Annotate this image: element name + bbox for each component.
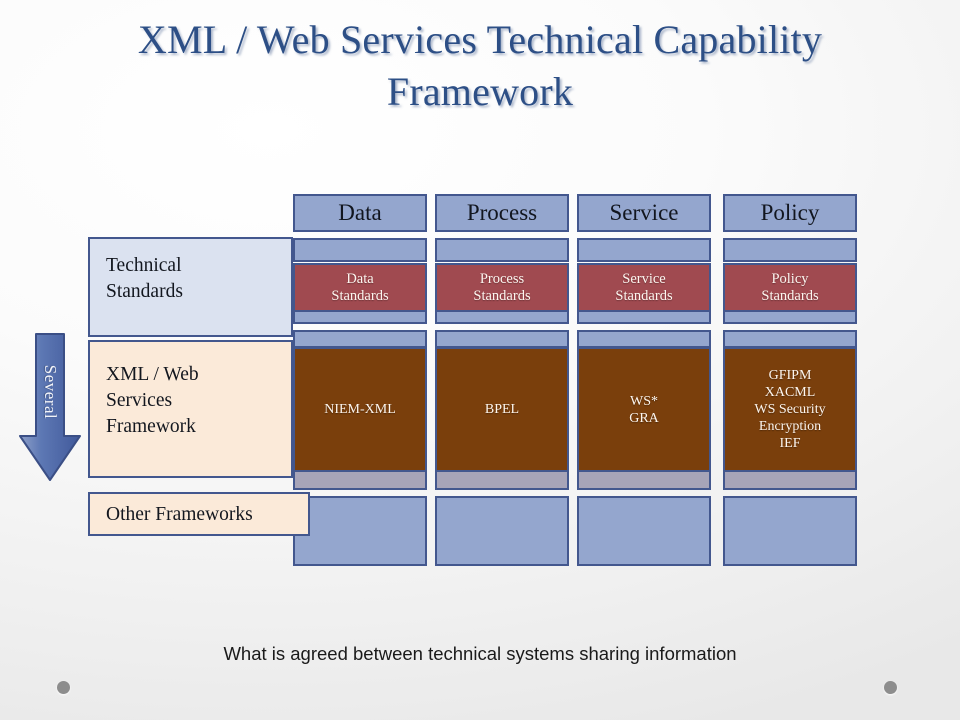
column-header-service: Service xyxy=(577,194,711,232)
bullet-dot-icon xyxy=(57,681,70,694)
column-spacer-cell xyxy=(577,330,711,348)
bullet-dot-icon xyxy=(884,681,897,694)
column-spacer-cell xyxy=(723,330,857,348)
column-bottom-cell xyxy=(723,496,857,566)
framework-box-policy: GFIPM XACML WS Security Encryption IEF xyxy=(723,347,857,472)
row-label-xml-web-services-framework: XML / Web Services Framework xyxy=(88,340,293,478)
column-spacer-cell xyxy=(293,330,427,348)
column-bottom-cell xyxy=(293,496,427,566)
framework-box-service: WS* GRA xyxy=(577,347,711,472)
standards-box-data: Data Standards xyxy=(293,263,427,312)
row-label-other-frameworks: Other Frameworks xyxy=(88,492,310,536)
column-spacer-cell xyxy=(723,238,857,262)
standards-box-policy: Policy Standards xyxy=(723,263,857,312)
page-title: XML / Web Services Technical Capability … xyxy=(137,17,823,114)
column-spacer-cell xyxy=(577,238,711,262)
column-header-data: Data xyxy=(293,194,427,232)
column-bottom-cell xyxy=(577,496,711,566)
standards-box-service: Service Standards xyxy=(577,263,711,312)
row-label-technical-standards: Technical Standards xyxy=(88,237,293,337)
standards-box-process: Process Standards xyxy=(435,263,569,312)
framework-box-data: NIEM-XML xyxy=(293,347,427,472)
column-header-policy: Policy xyxy=(723,194,857,232)
slide-canvas: XML / Web Services Technical Capability … xyxy=(0,0,960,720)
column-spacer-cell xyxy=(293,238,427,262)
framework-box-process: BPEL xyxy=(435,347,569,472)
down-arrow: Several xyxy=(17,332,83,484)
down-arrow-icon xyxy=(19,333,81,481)
column-header-process: Process xyxy=(435,194,569,232)
column-spacer-cell xyxy=(435,330,569,348)
column-spacer-cell xyxy=(435,238,569,262)
column-bottom-cell xyxy=(435,496,569,566)
slide-caption: What is agreed between technical systems… xyxy=(223,643,737,664)
